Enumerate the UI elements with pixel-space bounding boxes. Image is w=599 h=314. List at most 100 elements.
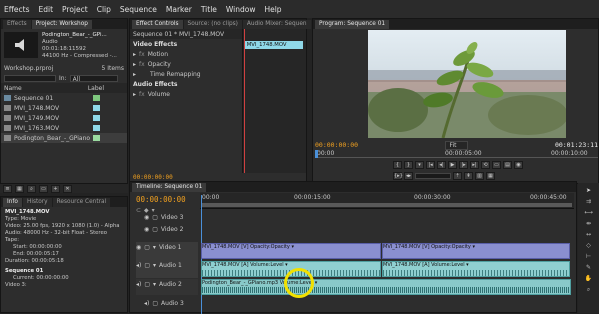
menu-effects[interactable]: Effects <box>4 5 30 14</box>
expand-triangle-icon[interactable]: ▸ <box>133 51 136 58</box>
speaker-icon[interactable]: ◂) <box>136 262 141 269</box>
list-item[interactable]: MVI_1763.MOV <box>1 123 127 133</box>
column-name[interactable]: Name <box>4 85 22 92</box>
menu-title[interactable]: Title <box>201 5 217 14</box>
speaker-icon[interactable]: ◂) <box>136 281 141 288</box>
video-clip[interactable]: MVI_1748.MOV [V] Opacity:Opacity ▾ <box>201 243 381 259</box>
mark-in-icon[interactable]: { <box>393 161 402 169</box>
lock-icon[interactable]: ▢ <box>152 214 158 221</box>
lock-icon[interactable]: ▢ <box>152 300 158 307</box>
step-back-icon[interactable]: ◂| <box>437 161 446 169</box>
multicam-icon[interactable]: ▦ <box>486 172 495 180</box>
tab-audio-mixer[interactable]: Audio Mixer: Sequen <box>242 20 311 29</box>
trim-icon[interactable]: ▥ <box>475 172 484 180</box>
bin-icon[interactable]: ▭ <box>39 185 48 193</box>
trash-icon[interactable]: ✕ <box>63 185 72 193</box>
selection-tool-icon[interactable]: ➤ <box>586 187 591 194</box>
in-dropdown[interactable]: All <box>69 74 118 83</box>
tab-source[interactable]: Source: (no clips) <box>183 20 242 29</box>
audio-clip[interactable]: MVI_1748.MOV [A] Volume:Level ▾ <box>382 261 570 277</box>
tab-timeline[interactable]: Timeline: Sequence 01 <box>132 183 207 192</box>
marker-icon[interactable]: ▾ <box>415 161 424 169</box>
eye-icon[interactable]: ◉ <box>144 226 149 233</box>
play-icon[interactable]: ▶ <box>448 161 457 169</box>
program-ruler[interactable]: 00:00 00:00:05:00 00:00:10:00 <box>315 150 598 158</box>
menu-window[interactable]: Window <box>226 5 256 14</box>
time-remapping-effect[interactable]: Time Remapping <box>150 71 201 78</box>
lock-icon[interactable]: ▢ <box>144 244 150 251</box>
menu-clip[interactable]: Clip <box>97 5 111 14</box>
expand-triangle-icon[interactable]: ▸ <box>133 61 136 68</box>
effect-timecode[interactable]: 00:00:00:00 <box>133 174 173 181</box>
snap-icon[interactable]: ⊂ <box>136 207 141 214</box>
export-frame-icon[interactable]: ◉ <box>514 161 523 169</box>
menu-sequence[interactable]: Sequence <box>120 5 157 14</box>
tab-history[interactable]: History <box>22 198 52 207</box>
slip-tool-icon[interactable]: ⊢ <box>586 253 591 260</box>
rolling-edit-tool-icon[interactable]: ⇹ <box>586 220 591 227</box>
motion-effect[interactable]: Motion <box>148 51 168 58</box>
expand-triangle-icon[interactable]: ▾ <box>153 244 156 251</box>
ripple-edit-tool-icon[interactable]: ⟷ <box>584 209 593 216</box>
razor-tool-icon[interactable]: ◇ <box>586 242 591 249</box>
menu-marker[interactable]: Marker <box>166 5 192 14</box>
lock-icon[interactable]: ▢ <box>144 281 150 288</box>
output-icon[interactable]: ▤ <box>503 161 512 169</box>
tab-project[interactable]: Project: Workshop <box>31 20 92 29</box>
lock-icon[interactable]: ▢ <box>152 226 158 233</box>
fx-toggle-icon[interactable]: fx <box>139 51 145 58</box>
column-label[interactable]: Label <box>88 85 104 92</box>
tab-effect-controls[interactable]: Effect Controls <box>132 20 183 29</box>
menu-project[interactable]: Project <box>62 5 88 14</box>
work-area-bar[interactable] <box>202 203 572 207</box>
timeline-timecode[interactable]: 00:00:00:00 <box>136 195 186 204</box>
opacity-effect[interactable]: Opacity <box>148 61 171 68</box>
eye-icon[interactable]: ◉ <box>144 214 149 221</box>
mark-out-icon[interactable]: } <box>404 161 413 169</box>
extract-icon[interactable]: ⇞ <box>464 172 473 180</box>
effect-clip-bar[interactable]: MVI_1748.MOV <box>244 41 303 49</box>
list-item[interactable]: MVI_1748.MOV <box>1 103 127 113</box>
icon-view-icon[interactable]: ▦ <box>15 185 24 193</box>
tab-info[interactable]: Info <box>3 198 22 207</box>
expand-triangle-icon[interactable]: ▾ <box>153 281 156 288</box>
tab-effects[interactable]: Effects <box>3 20 31 29</box>
shuttle-icon[interactable]: ◂▸ <box>404 172 413 180</box>
lock-icon[interactable]: ▢ <box>144 262 150 269</box>
zoom-dropdown[interactable]: Fit <box>445 140 468 150</box>
list-item[interactable]: MVI_1749.MOV <box>1 113 127 123</box>
lift-icon[interactable]: ⇡ <box>453 172 462 180</box>
loop-icon[interactable]: ⟲ <box>481 161 490 169</box>
track-select-tool-icon[interactable]: ⇉ <box>586 198 591 205</box>
zoom-tool-icon[interactable]: ⌕ <box>587 286 590 294</box>
list-item[interactable]: Sequence 01 <box>1 93 127 103</box>
go-to-out-icon[interactable]: ▸| <box>470 161 479 169</box>
music-clip[interactable]: Podington_Bear_-_GPiano.mp3 Volume:Level… <box>201 279 571 295</box>
hand-tool-icon[interactable]: ✋ <box>585 275 592 282</box>
timeline-ruler[interactable]: 00:00 00:00:15:00 00:00:30:00 00:00:45:0… <box>200 193 574 209</box>
tab-program[interactable]: Program: Sequence 01 <box>315 20 390 29</box>
jog-slider[interactable] <box>415 173 451 179</box>
new-item-icon[interactable]: + <box>51 185 60 193</box>
search-icon[interactable]: ⌕ <box>27 185 36 193</box>
fx-toggle-icon[interactable]: fx <box>139 91 145 98</box>
tab-resource-central[interactable]: Resource Central <box>52 198 111 207</box>
rate-stretch-tool-icon[interactable]: ↔ <box>586 231 591 238</box>
fx-toggle-icon[interactable]: fx <box>139 61 145 68</box>
speaker-icon[interactable]: ◂) <box>144 300 149 307</box>
step-forward-icon[interactable]: |▸ <box>459 161 468 169</box>
video-clip[interactable]: MVI_1748.MOV [V] Opacity:Opacity ▾ <box>382 243 570 259</box>
play-in-to-out-icon[interactable]: {▸} <box>393 172 403 180</box>
expand-triangle-icon[interactable]: ▾ <box>153 262 156 269</box>
menu-help[interactable]: Help <box>264 5 281 14</box>
expand-triangle-icon[interactable]: ▸ <box>133 71 136 78</box>
program-playhead[interactable] <box>315 150 318 158</box>
safe-margins-icon[interactable]: ▭ <box>492 161 501 169</box>
list-view-icon[interactable]: ≡ <box>3 185 12 193</box>
volume-effect[interactable]: Volume <box>148 91 170 98</box>
pen-tool-icon[interactable]: ✎ <box>586 264 591 271</box>
go-to-in-icon[interactable]: |◂ <box>426 161 435 169</box>
eye-icon[interactable]: ◉ <box>136 244 141 251</box>
list-item[interactable]: Podington_Bear_-_GPiano <box>1 133 127 143</box>
search-input[interactable] <box>4 74 56 82</box>
